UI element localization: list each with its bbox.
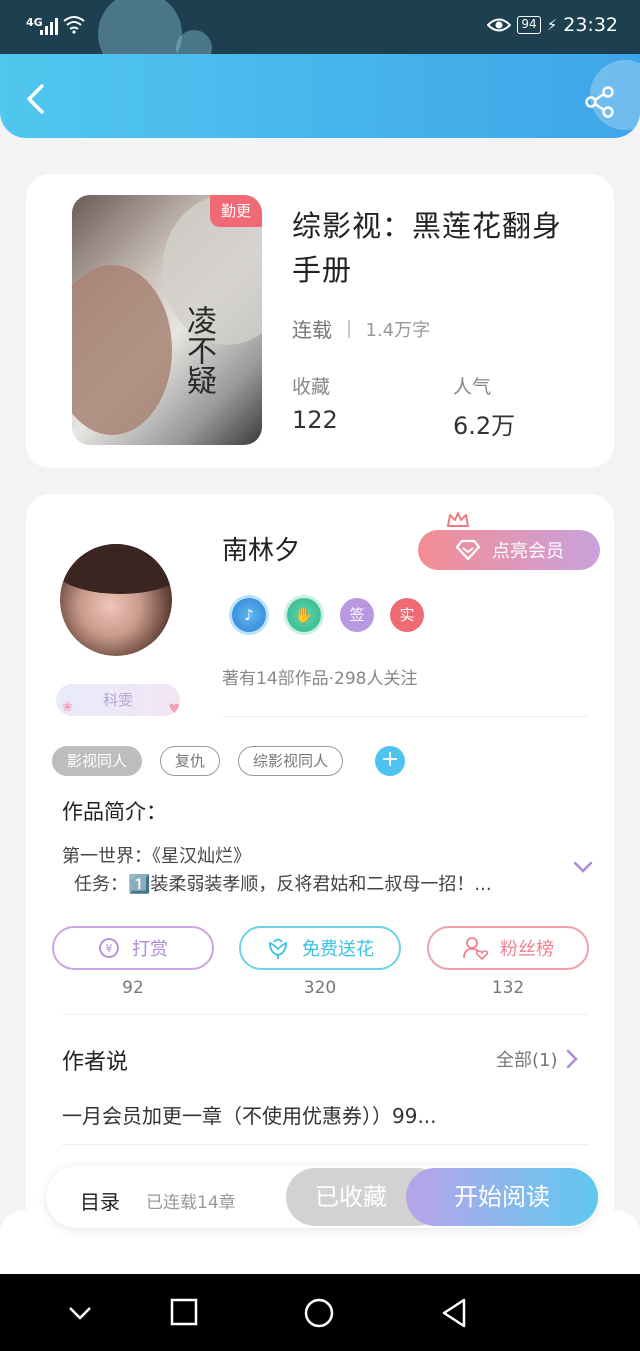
nav-home-icon[interactable] xyxy=(304,1298,334,1328)
flower-icon xyxy=(269,938,287,959)
tip-label: 打赏 xyxy=(132,939,168,960)
author-title-badge: ❀ 科雯 ♥ xyxy=(56,684,180,717)
author-title-text: 科雯 xyxy=(102,691,133,709)
handshake-honor-icon[interactable]: ✋ xyxy=(287,598,321,632)
status-bar: 4G 94 ⚡ 23:32 xyxy=(0,0,640,76)
tag-chip[interactable]: 综影视同人 xyxy=(238,746,344,776)
wifi-icon xyxy=(63,16,85,34)
divider xyxy=(222,716,588,717)
all-label: 全部(1) xyxy=(496,1050,558,1071)
tag-chip[interactable]: 复仇 xyxy=(160,746,221,776)
top-app-bar xyxy=(0,54,640,138)
intro-line-1: 第一世界：《星汉灿烂》 xyxy=(62,846,251,867)
nav-back-icon[interactable] xyxy=(440,1298,468,1328)
author-stats: 著有14部作品·298人关注 xyxy=(222,669,418,689)
divider xyxy=(62,1014,588,1015)
book-status: 连载 xyxy=(292,318,332,342)
charging-icon: ⚡ xyxy=(546,16,558,34)
system-nav-bar xyxy=(0,1274,640,1351)
svg-text:¥: ¥ xyxy=(106,942,113,955)
book-title: 综影视：黑莲花翻身手册 xyxy=(292,209,563,287)
fans-rank-label: 粉丝榜 xyxy=(500,939,554,960)
toc-button[interactable]: 目录 xyxy=(80,1186,120,1215)
favorites-value: 122 xyxy=(292,406,338,434)
send-flower-label: 免费送花 xyxy=(302,939,374,960)
divider xyxy=(62,1144,588,1145)
nav-hide-icon[interactable] xyxy=(66,1298,94,1326)
favorites-label: 收藏 xyxy=(292,376,331,398)
cover-update-tag: 勤更 xyxy=(210,195,262,227)
author-name[interactable]: 南林夕 xyxy=(222,530,300,567)
tip-count: 92 xyxy=(122,978,144,998)
signal-icon xyxy=(40,17,58,35)
author-says-text[interactable]: 一月会员加更一章（不使用优惠券））99... xyxy=(62,1100,437,1129)
battery-icon: 94 xyxy=(517,16,541,34)
crown-icon xyxy=(447,512,469,527)
cover-calligraphy: 凌不疑 xyxy=(181,305,216,395)
send-flower-button[interactable]: 免费送花 xyxy=(239,926,401,970)
author-avatar[interactable] xyxy=(60,544,172,656)
fans-count: 132 xyxy=(491,978,525,998)
intro-heading: 作品简介： xyxy=(62,800,167,824)
coin-icon: ¥ xyxy=(99,938,119,958)
heart-icon: ♥ xyxy=(168,702,180,717)
chevron-down-icon[interactable] xyxy=(572,856,594,878)
vip-button-label: 点亮会员 xyxy=(492,541,564,562)
diamond-icon xyxy=(455,539,481,561)
share-icon[interactable] xyxy=(584,86,616,118)
eye-comfort-icon xyxy=(487,18,512,32)
popularity-value: 6.2万 xyxy=(453,412,516,440)
fans-rank-button[interactable]: 粉丝榜 xyxy=(427,926,589,970)
clock: 23:32 xyxy=(563,14,618,36)
author-says-heading: 作者说 xyxy=(62,1050,129,1075)
popularity-label: 人气 xyxy=(453,376,492,398)
heart-icon: ❀ xyxy=(62,700,73,715)
collected-label: 已收藏 xyxy=(315,1183,387,1211)
tag-chip[interactable]: 影视同人 xyxy=(52,746,143,776)
intro-line-2: 任务：1️⃣装柔弱装孝顺，反将君姑和二叔母一招！... xyxy=(74,874,492,895)
flower-count: 320 xyxy=(303,978,337,998)
start-reading-button[interactable]: 开始阅读 xyxy=(406,1168,598,1226)
user-heart-icon xyxy=(463,937,488,960)
signed-honor-badge[interactable]: 签 xyxy=(340,598,374,632)
add-tag-button[interactable]: + xyxy=(375,746,406,776)
book-meta: 连载 1.4万字 xyxy=(292,314,430,343)
tag-list: 影视同人 复仇 综影视同人 + xyxy=(52,746,406,776)
vip-button[interactable]: 点亮会员 xyxy=(418,530,600,570)
verified-honor-badge[interactable]: 实 xyxy=(390,598,424,632)
nav-recents-icon[interactable] xyxy=(170,1298,198,1326)
word-count: 1.4万字 xyxy=(365,319,431,341)
back-arrow-icon[interactable] xyxy=(22,82,48,116)
music-honor-icon[interactable]: ♪ xyxy=(232,598,266,632)
author-says-all-link[interactable]: 全部(1) xyxy=(496,1046,578,1072)
chapters-count[interactable]: 已连载14章 xyxy=(146,1188,236,1213)
chevron-right-icon xyxy=(566,1049,578,1069)
meta-divider xyxy=(348,319,350,338)
tip-button[interactable]: ¥ 打赏 xyxy=(52,926,214,970)
book-cover[interactable]: 凌不疑 勤更 xyxy=(72,195,262,445)
